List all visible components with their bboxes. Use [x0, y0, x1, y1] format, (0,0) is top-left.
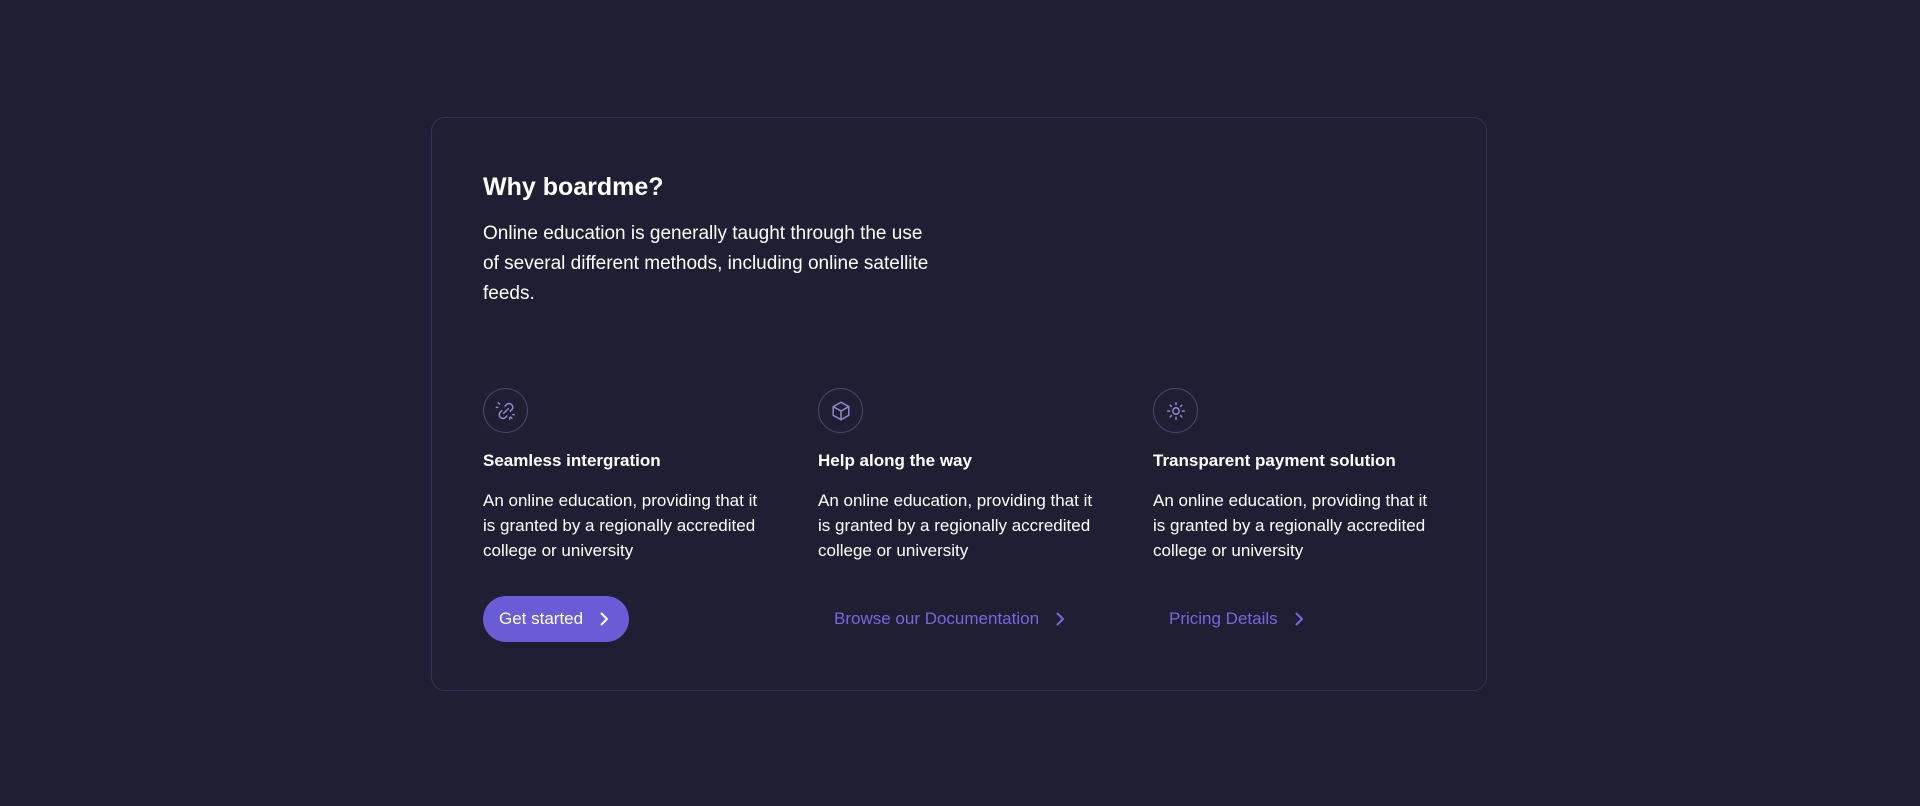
- feature-transparent-payment: Transparent payment solution An online e…: [1153, 388, 1443, 563]
- get-started-button[interactable]: Get started: [483, 596, 630, 642]
- why-boardme-card: Why boardme? Online education is general…: [431, 117, 1487, 691]
- chevron-right-icon: [1295, 612, 1303, 626]
- feature-description: An online education, providing that it i…: [1153, 491, 1428, 560]
- cube-icon: [818, 388, 863, 433]
- chevron-right-icon: [600, 612, 609, 626]
- link-icon: [483, 388, 528, 433]
- feature-description: An online education, providing that it i…: [483, 491, 758, 560]
- feature-title: Transparent payment solution: [1153, 451, 1396, 470]
- feature-title: Help along the way: [818, 451, 972, 470]
- feature-description: An online education, providing that it i…: [818, 491, 1093, 560]
- section-description: Online education is generally taught thr…: [483, 223, 929, 304]
- section-title: Why boardme?: [483, 173, 664, 201]
- feature-title: Seamless intergration: [483, 451, 661, 470]
- browse-documentation-label: Browse our Documentation: [834, 609, 1040, 628]
- feature-seamless-integration: Seamless intergration An online educatio…: [483, 388, 773, 563]
- pricing-details-label: Pricing Details: [1169, 609, 1278, 628]
- browse-documentation-link[interactable]: Browse our Documentation: [818, 596, 1083, 642]
- feature-help-along-the-way: Help along the way An online education, …: [818, 388, 1108, 563]
- pricing-details-link[interactable]: Pricing Details: [1153, 596, 1322, 642]
- chevron-right-icon: [1056, 612, 1065, 626]
- sun-icon: [1153, 388, 1198, 433]
- get-started-label: Get started: [499, 609, 584, 628]
